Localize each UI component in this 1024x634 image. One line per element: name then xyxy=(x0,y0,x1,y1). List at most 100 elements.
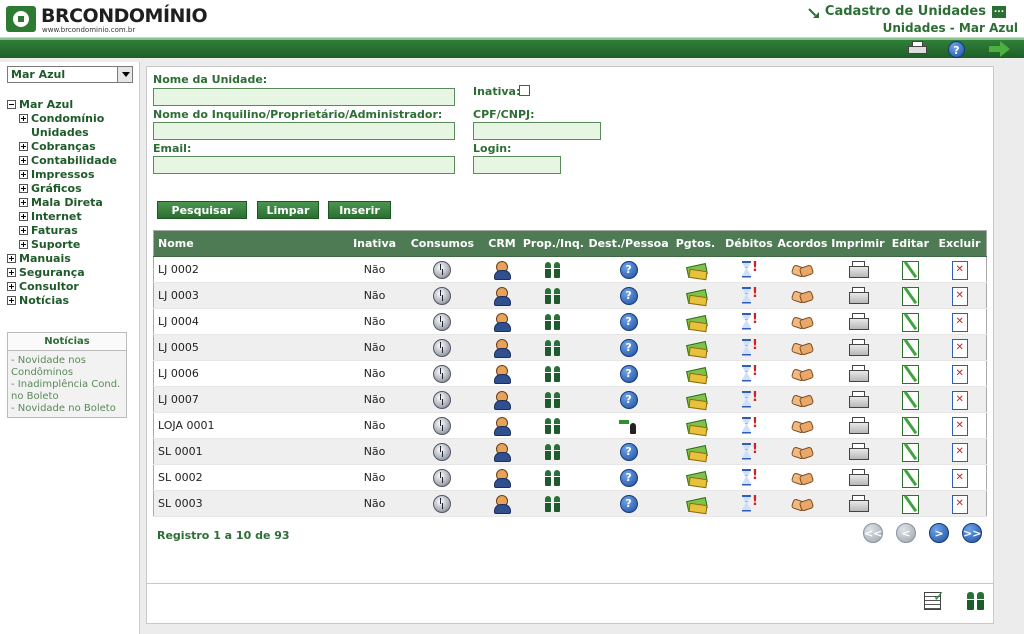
delete-icon[interactable] xyxy=(949,494,969,514)
payments-money-icon[interactable] xyxy=(686,313,706,331)
email-input[interactable] xyxy=(153,156,455,174)
expand-icon[interactable] xyxy=(19,240,28,249)
delete-icon[interactable] xyxy=(949,416,969,436)
print-icon[interactable] xyxy=(848,494,869,513)
owner-tenant-icon[interactable] xyxy=(543,287,563,305)
consumption-clock-icon[interactable] xyxy=(432,286,452,305)
consumption-clock-icon[interactable] xyxy=(432,416,452,435)
crm-person-icon[interactable] xyxy=(492,286,512,306)
expand-icon[interactable] xyxy=(19,170,28,179)
tree-item[interactable]: Mar Azul xyxy=(7,98,137,112)
edit-icon[interactable] xyxy=(900,494,920,514)
agreements-handshake-icon[interactable] xyxy=(792,313,812,331)
payments-money-icon[interactable] xyxy=(686,287,706,305)
payments-money-icon[interactable] xyxy=(686,391,706,409)
help-icon[interactable] xyxy=(619,390,639,409)
delete-icon[interactable] xyxy=(949,286,969,306)
crm-person-icon[interactable] xyxy=(492,338,512,358)
tree-item[interactable]: Notícias xyxy=(7,294,137,308)
clear-button[interactable]: Limpar xyxy=(257,201,319,219)
tree-item[interactable]: Manuais xyxy=(7,252,137,266)
insert-button[interactable]: Inserir xyxy=(328,201,391,219)
owner-tenant-icon[interactable] xyxy=(543,261,563,279)
payments-money-icon[interactable] xyxy=(686,365,706,383)
tree-item[interactable]: Contabilidade xyxy=(7,154,137,168)
news-link[interactable]: - Novidade no Boleto xyxy=(11,403,123,415)
payments-money-icon[interactable] xyxy=(686,495,706,513)
cpf-cnpj-input[interactable] xyxy=(473,122,601,140)
debts-hourglass-icon[interactable] xyxy=(739,338,759,357)
edit-icon[interactable] xyxy=(900,312,920,332)
expand-icon[interactable] xyxy=(19,212,28,221)
payments-money-icon[interactable] xyxy=(686,443,706,461)
more-menu-button[interactable]: ... xyxy=(992,5,1006,18)
people-icon[interactable] xyxy=(965,591,987,611)
agreements-handshake-icon[interactable] xyxy=(792,287,812,305)
debts-hourglass-icon[interactable] xyxy=(739,312,759,331)
tree-item[interactable]: Impressos xyxy=(7,168,137,182)
last-page-button[interactable]: >> xyxy=(962,523,982,543)
owner-tenant-icon[interactable] xyxy=(543,365,563,383)
owner-tenant-icon[interactable] xyxy=(543,391,563,409)
crm-person-icon[interactable] xyxy=(492,416,512,436)
tree-item[interactable]: Condomínio Unidades xyxy=(7,112,137,140)
owner-tenant-icon[interactable] xyxy=(543,443,563,461)
crm-person-icon[interactable] xyxy=(492,442,512,462)
debts-hourglass-icon[interactable] xyxy=(739,442,759,461)
debts-hourglass-icon[interactable] xyxy=(739,286,759,305)
delete-icon[interactable] xyxy=(949,338,969,358)
print-icon[interactable] xyxy=(848,468,869,487)
delete-icon[interactable] xyxy=(949,468,969,488)
owner-tenant-icon[interactable] xyxy=(543,417,563,435)
edit-icon[interactable] xyxy=(900,468,920,488)
crm-person-icon[interactable] xyxy=(492,364,512,384)
edit-icon[interactable] xyxy=(900,364,920,384)
search-button[interactable]: Pesquisar xyxy=(157,201,247,219)
print-icon[interactable] xyxy=(848,286,869,305)
print-icon[interactable] xyxy=(848,260,869,279)
edit-icon[interactable] xyxy=(900,286,920,306)
owner-tenant-icon[interactable] xyxy=(543,469,563,487)
agreements-handshake-icon[interactable] xyxy=(792,339,812,357)
inativa-checkbox[interactable] xyxy=(519,85,530,96)
owner-tenant-icon[interactable] xyxy=(543,339,563,357)
payments-money-icon[interactable] xyxy=(686,339,706,357)
delete-icon[interactable] xyxy=(949,260,969,280)
tree-item[interactable]: Segurança xyxy=(7,266,137,280)
consumption-clock-icon[interactable] xyxy=(432,468,452,487)
print-icon[interactable] xyxy=(848,416,869,435)
edit-icon[interactable] xyxy=(900,416,920,436)
help-icon[interactable] xyxy=(619,338,639,357)
debts-hourglass-icon[interactable] xyxy=(739,416,759,435)
print-icon[interactable] xyxy=(848,364,869,383)
edit-icon[interactable] xyxy=(900,260,920,280)
help-icon[interactable] xyxy=(619,468,639,487)
help-icon[interactable] xyxy=(619,286,639,305)
owner-tenant-icon[interactable] xyxy=(543,495,563,513)
delete-icon[interactable] xyxy=(949,442,969,462)
consumption-clock-icon[interactable] xyxy=(432,312,452,331)
expand-icon[interactable] xyxy=(19,142,28,151)
expand-icon[interactable] xyxy=(19,198,28,207)
expand-icon[interactable] xyxy=(7,282,16,291)
inquilino-input[interactable] xyxy=(153,122,455,140)
brcondominio-logo[interactable]: BRCONDOMÍNIO www.brcondominio.com.br xyxy=(6,5,208,35)
agreements-handshake-icon[interactable] xyxy=(792,469,812,487)
edit-icon[interactable] xyxy=(900,390,920,410)
debts-hourglass-icon[interactable] xyxy=(739,364,759,383)
help-icon[interactable]: ? xyxy=(948,41,965,58)
debts-hourglass-icon[interactable] xyxy=(739,390,759,409)
tree-item[interactable]: Suporte xyxy=(7,238,137,252)
crm-person-icon[interactable] xyxy=(492,390,512,410)
printer-icon[interactable] xyxy=(908,41,928,56)
agreements-handshake-icon[interactable] xyxy=(792,365,812,383)
expand-icon[interactable] xyxy=(7,268,16,277)
agreements-handshake-icon[interactable] xyxy=(792,443,812,461)
payments-money-icon[interactable] xyxy=(686,417,706,435)
previous-page-button[interactable]: < xyxy=(896,523,916,543)
consumption-clock-icon[interactable] xyxy=(432,390,452,409)
tree-item[interactable]: Consultor xyxy=(7,280,137,294)
consumption-clock-icon[interactable] xyxy=(432,338,452,357)
print-icon[interactable] xyxy=(848,442,869,461)
chevron-down-icon[interactable] xyxy=(117,67,132,82)
